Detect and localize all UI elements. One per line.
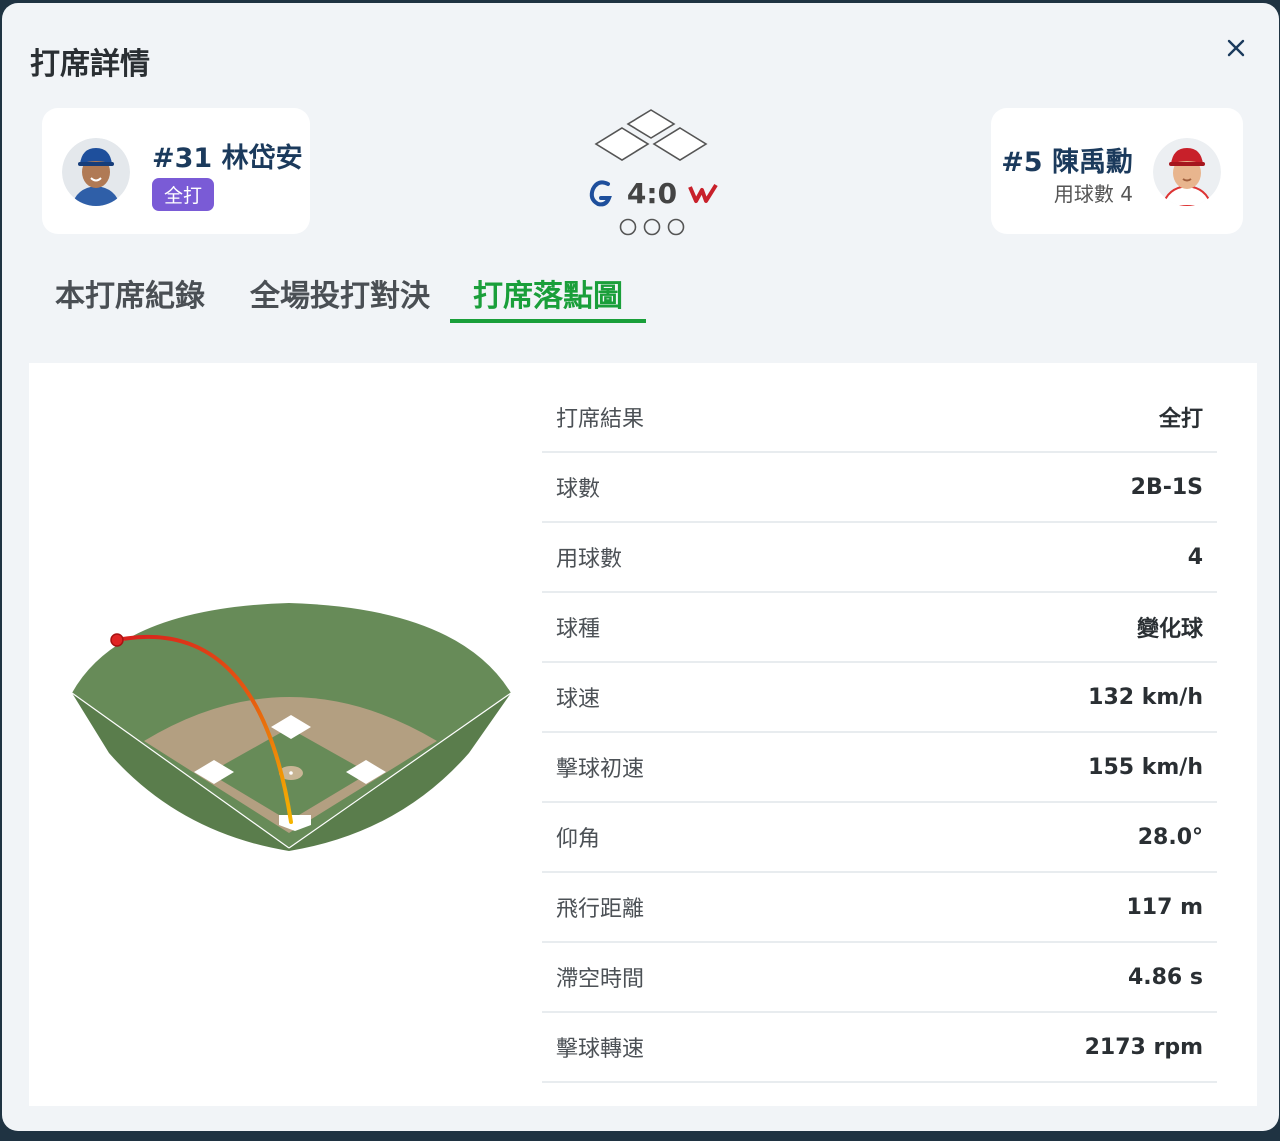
outs-indicator	[617, 217, 687, 237]
stat-value: 變化球	[1136, 617, 1203, 642]
pitcher-card: #5 陳禹勳 用球數 4	[991, 108, 1243, 234]
stat-label: 球數	[556, 477, 601, 502]
stat-value: 全打	[1158, 407, 1203, 432]
stat-label: 打席結果	[556, 407, 645, 432]
stat-row-distance: 飛行距離 117 m	[542, 873, 1217, 943]
stat-value: 4	[1187, 544, 1203, 570]
stat-label: 擊球初速	[556, 757, 645, 782]
stat-row-hang-time: 滯空時間 4.86 s	[542, 943, 1217, 1013]
stat-value: 4.86 s	[1127, 964, 1203, 990]
stat-row-pitch-type: 球種 變化球	[542, 593, 1217, 663]
stat-value: 2173 rpm	[1084, 1034, 1203, 1060]
team-w-logo-icon	[688, 177, 718, 209]
score-row: 4:0	[586, 173, 718, 213]
at-bat-result-badge: 全打	[152, 178, 215, 211]
stat-label: 球種	[556, 617, 601, 642]
stat-row-pitches: 用球數 4	[542, 523, 1217, 593]
modal-title: 打席詳情	[30, 47, 150, 82]
stat-value: 155 km/h	[1088, 754, 1203, 780]
stat-row-pitch-speed: 球速 132 km/h	[542, 663, 1217, 733]
bases-diamond-icon	[590, 108, 712, 168]
stat-value: 2B-1S	[1130, 474, 1203, 500]
stat-label: 擊球轉速	[556, 1037, 645, 1062]
team-g-logo-icon	[586, 177, 616, 209]
at-bat-detail-modal: 打席詳情 #31 林岱安 全打 4:0 #5 陳禹勳 用球數 4 本打席紀錄 全…	[2, 3, 1279, 1131]
close-button[interactable]	[1221, 33, 1251, 63]
stat-row-result: 打席結果 全打	[542, 383, 1217, 453]
batter-avatar	[62, 138, 130, 206]
stat-label: 仰角	[556, 827, 601, 852]
baseball-field-diagram	[69, 593, 514, 853]
batter-card: #31 林岱安 全打	[42, 108, 310, 234]
pitcher-avatar	[1153, 138, 1221, 206]
stat-label: 球速	[556, 687, 601, 712]
stat-label: 飛行距離	[556, 897, 645, 922]
stat-row-count: 球數 2B-1S	[542, 453, 1217, 523]
game-score: 4:0	[626, 176, 678, 210]
stat-label: 滯空時間	[556, 967, 645, 992]
stat-row-spin-rate: 擊球轉速 2173 rpm	[542, 1013, 1217, 1083]
pitcher-name: #5 陳禹勳	[1001, 147, 1133, 178]
hit-location-panel: 打席結果 全打 球數 2B-1S 用球數 4 球種 變化球 球速 132 km/…	[29, 363, 1257, 1106]
close-icon	[1227, 39, 1245, 57]
stat-value: 132 km/h	[1088, 684, 1203, 710]
stat-row-launch-angle: 仰角 28.0°	[542, 803, 1217, 873]
stat-row-exit-velocity: 擊球初速 155 km/h	[542, 733, 1217, 803]
stat-value: 117 m	[1126, 894, 1203, 920]
stat-value: 28.0°	[1137, 824, 1203, 850]
batter-name: #31 林岱安	[152, 143, 303, 174]
tab-at-bat-record[interactable]: 本打席紀錄	[50, 263, 210, 323]
at-bat-stats-table: 打席結果 全打 球數 2B-1S 用球數 4 球種 變化球 球速 132 km/…	[542, 383, 1217, 1083]
tab-hit-location-chart[interactable]: 打席落點圖	[450, 263, 646, 323]
stat-label: 用球數	[556, 547, 623, 572]
tab-full-game-matchup[interactable]: 全場投打對決	[245, 263, 435, 323]
pitcher-pitch-count: 用球數 4	[1053, 182, 1133, 206]
